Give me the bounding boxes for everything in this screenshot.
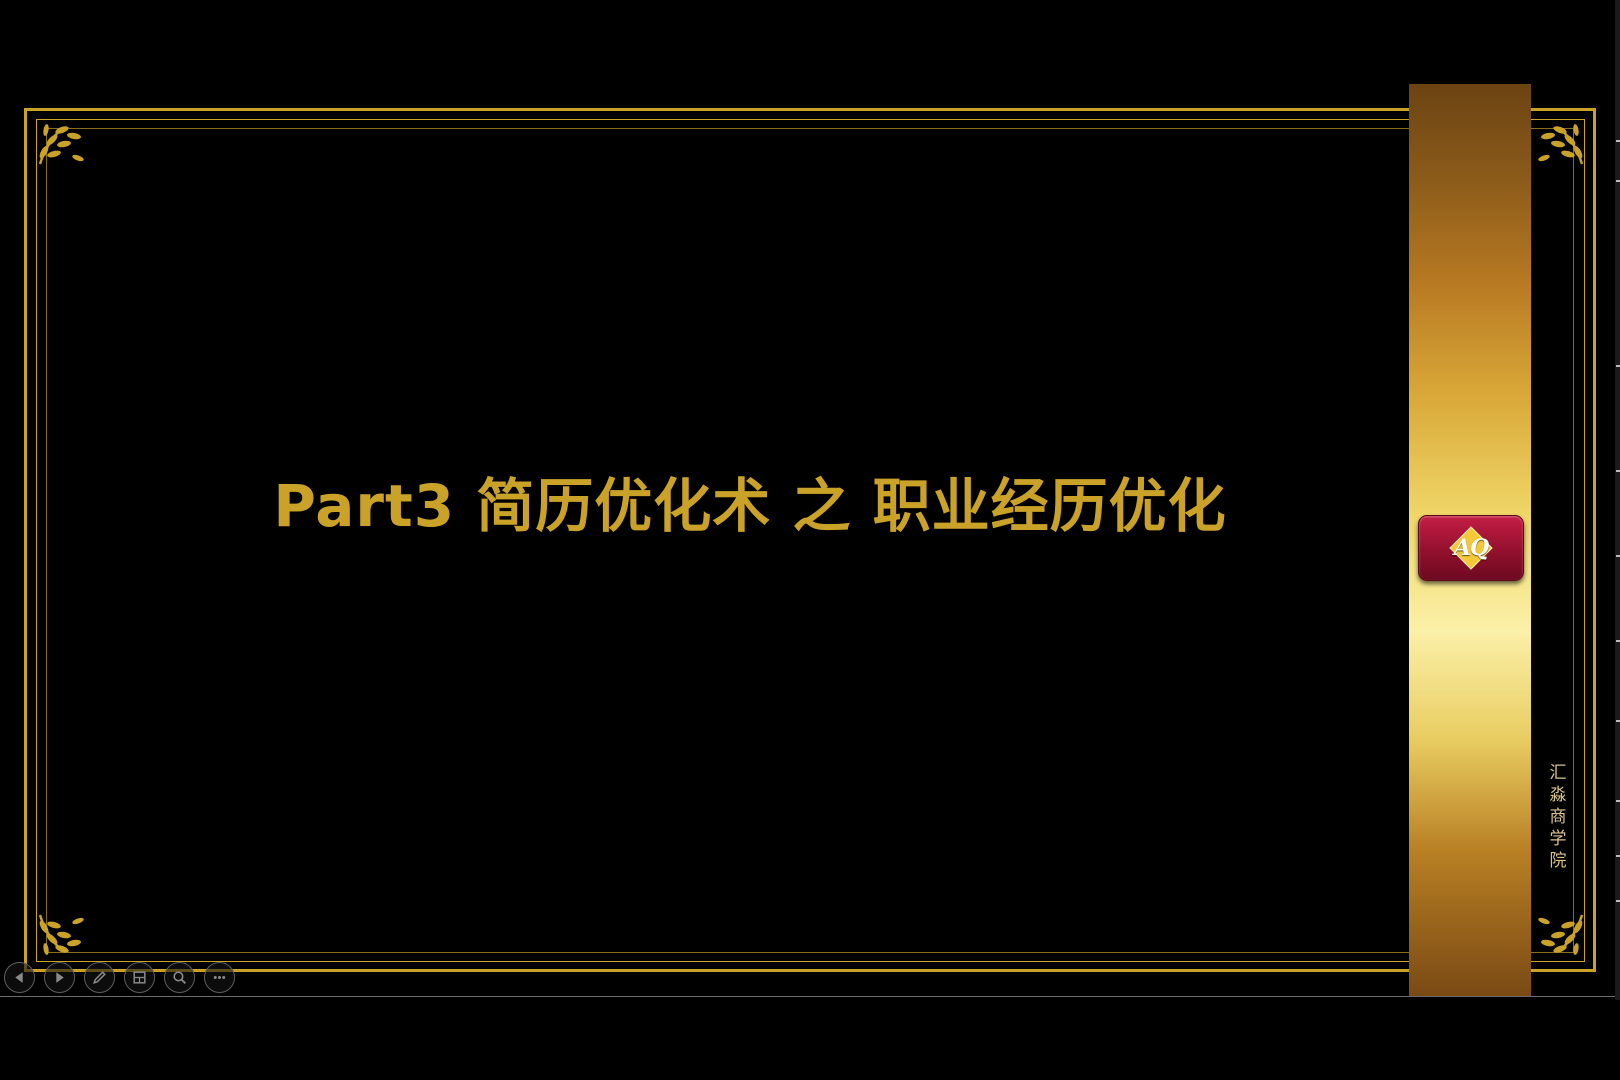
edge-tick — [1616, 180, 1620, 182]
previous-slide-button[interactable] — [4, 962, 35, 993]
edge-tick — [1616, 900, 1620, 902]
more-options-button[interactable] — [204, 962, 235, 993]
presentation-screen: AQ 汇淼商学院 Part3 简历优化术 之 职业经历优化 — [0, 0, 1620, 1080]
laurel-corner-icon — [38, 124, 84, 165]
pen-tool-button[interactable] — [84, 962, 115, 993]
magnifier-icon — [173, 971, 187, 985]
slideshow-control-bar — [4, 962, 235, 994]
next-slide-button[interactable] — [44, 962, 75, 993]
edge-tick — [1616, 800, 1620, 802]
edge-tick — [1616, 720, 1620, 722]
ellipsis-icon — [213, 976, 226, 979]
arrow-left-icon — [15, 972, 23, 983]
right-edge-strip — [1615, 0, 1620, 1000]
edge-tick — [1616, 140, 1620, 142]
screen-divider-line — [0, 996, 1620, 997]
aq-logo-badge: AQ — [1418, 515, 1524, 581]
aq-badge-text: AQ — [1453, 535, 1489, 561]
edge-tick — [1616, 855, 1620, 857]
edge-tick — [1616, 365, 1620, 367]
see-all-slides-button[interactable] — [124, 962, 155, 993]
edge-tick — [1616, 470, 1620, 472]
laurel-corner-icon — [1538, 124, 1584, 165]
laurel-corner-icon — [1538, 914, 1584, 955]
slide[interactable]: AQ 汇淼商学院 Part3 简历优化术 之 职业经历优化 — [0, 0, 1620, 996]
arrow-right-icon — [56, 972, 64, 983]
edge-tick — [1616, 640, 1620, 642]
side-label-vertical: 汇淼商学院 — [1549, 763, 1567, 871]
slide-title: Part3 简历优化术 之 职业经历优化 — [273, 472, 1227, 540]
slides-grid-icon — [133, 971, 146, 984]
pen-icon — [93, 971, 106, 984]
laurel-corner-icon — [38, 914, 84, 955]
zoom-button[interactable] — [164, 962, 195, 993]
edge-tick — [1616, 555, 1620, 557]
